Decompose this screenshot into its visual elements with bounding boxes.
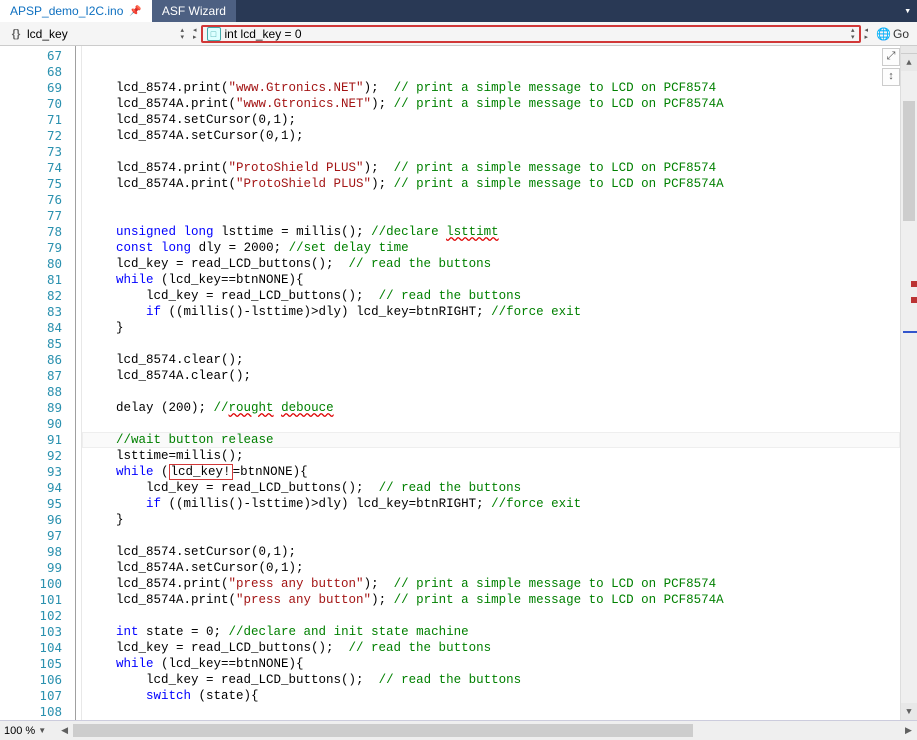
zoom-control[interactable]: 100 % ▼: [4, 725, 46, 737]
scope-dropdown[interactable]: {} lcd_key ▴▾: [4, 25, 189, 43]
indicator-margin: [0, 46, 14, 720]
pin-icon[interactable]: 📌: [129, 6, 141, 17]
tab-label: ASF Wizard: [162, 4, 226, 18]
scroll-down-arrow[interactable]: ▼: [901, 703, 917, 720]
sync-icon[interactable]: ↕: [882, 68, 900, 86]
editor-side-toolbar: ⤢ ↕: [882, 48, 900, 86]
globe-icon: 🌐: [876, 27, 891, 41]
outline-margin: [70, 46, 82, 720]
scrollbar-thumb[interactable]: [73, 724, 693, 737]
member-dropdown[interactable]: □ int lcd_key = 0 ▴▾: [201, 25, 861, 43]
brace-icon: {}: [9, 27, 23, 41]
caret-marker: [903, 331, 917, 333]
status-bar: 100 % ▼ ◀ ▶: [0, 720, 917, 740]
dropdown-spinner[interactable]: ▴▾: [180, 27, 184, 41]
go-button[interactable]: 🌐 Go: [872, 26, 913, 42]
error-marker: [911, 281, 917, 287]
nav-back-forward[interactable]: ◂▸: [193, 27, 197, 41]
code-content[interactable]: lcd_8574.print("www.Gtronics.NET"); // p…: [82, 46, 900, 720]
scope-label: lcd_key: [27, 27, 68, 41]
nav-back-forward[interactable]: ◂▸: [865, 27, 869, 41]
expand-icon[interactable]: ⤢: [882, 48, 900, 66]
splitter-handle[interactable]: [901, 46, 917, 54]
dropdown-spinner[interactable]: ▴▾: [851, 27, 855, 41]
scrollbar-track[interactable]: [901, 71, 917, 703]
scroll-left-arrow[interactable]: ◀: [56, 722, 73, 739]
line-number-gutter: 67 68 69 70 71 72 73 74 75 76 77 78 79 8…: [14, 46, 70, 720]
tab-label: APSP_demo_I2C.ino: [10, 4, 123, 18]
vertical-scrollbar[interactable]: ▲ ▼: [900, 46, 917, 720]
scroll-up-arrow[interactable]: ▲: [901, 54, 917, 71]
chevron-down-icon[interactable]: ▼: [38, 726, 46, 735]
tab-bar: APSP_demo_I2C.ino 📌 ASF Wizard ▾: [0, 0, 917, 22]
scrollbar-thumb[interactable]: [903, 101, 915, 221]
tab-overflow-icon[interactable]: ▾: [902, 4, 913, 18]
member-label: int lcd_key = 0: [225, 27, 302, 41]
file-tab-active[interactable]: APSP_demo_I2C.ino 📌: [0, 0, 152, 22]
code-editor[interactable]: 67 68 69 70 71 72 73 74 75 76 77 78 79 8…: [0, 46, 917, 720]
go-label: Go: [893, 27, 909, 41]
horizontal-scrollbar[interactable]: ◀ ▶: [56, 722, 917, 739]
error-marker: [911, 297, 917, 303]
file-tab-asf[interactable]: ASF Wizard: [152, 0, 236, 22]
navigation-bar: {} lcd_key ▴▾ ◂▸ □ int lcd_key = 0 ▴▾ ◂▸…: [0, 22, 917, 46]
zoom-label: 100 %: [4, 725, 35, 737]
variable-icon: □: [207, 27, 221, 41]
scroll-right-arrow[interactable]: ▶: [900, 722, 917, 739]
